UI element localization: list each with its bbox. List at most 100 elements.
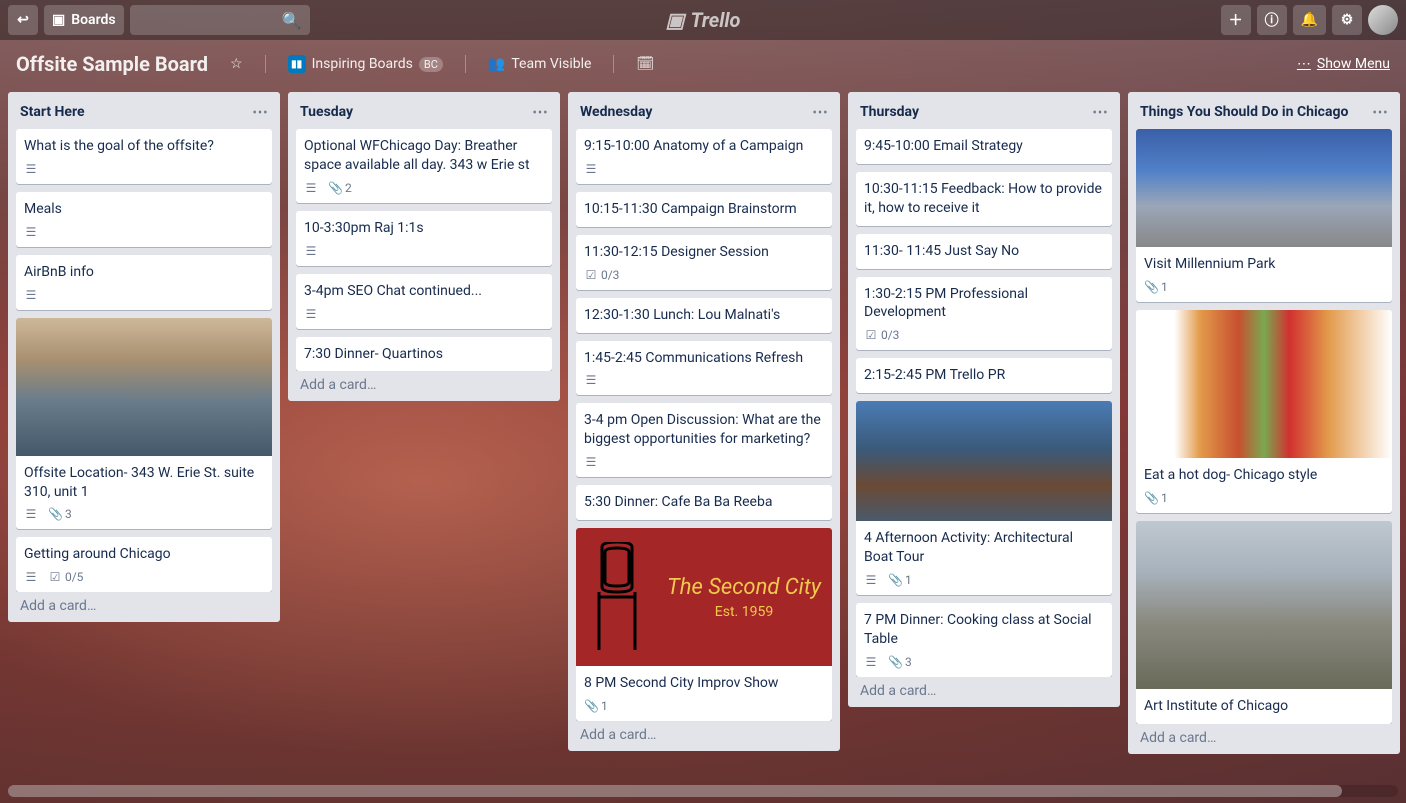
card[interactable]: The Second CityEst. 1959 8 PM Second City… — [576, 528, 832, 721]
people-icon: 👥 — [488, 56, 505, 72]
card-title: 8 PM Second City Improv Show — [584, 674, 824, 693]
avatar[interactable] — [1368, 5, 1398, 35]
card-title: 2:15-2:45 PM Trello PR — [864, 366, 1104, 385]
board-canvas[interactable]: Start Here ⋯ What is the goal of the offsi… — [0, 88, 1406, 803]
card-cover — [1136, 521, 1392, 689]
card[interactable]: Meals☰ — [16, 192, 272, 247]
list-name[interactable]: Thursday — [860, 104, 919, 120]
attachment-icon: 📎 — [888, 573, 902, 587]
card-badges: ☰ — [24, 288, 264, 302]
add-card-button[interactable]: Add a card… — [1136, 724, 1392, 746]
list-name[interactable]: Start Here — [20, 104, 85, 120]
search-input[interactable]: 🔍 — [130, 5, 310, 35]
info-icon: ⓘ — [1265, 10, 1279, 30]
card[interactable]: 9:45-10:00 Email Strategy — [856, 129, 1112, 164]
card[interactable]: Offsite Location- 343 W. Erie St. suite … — [16, 318, 272, 530]
card[interactable]: 3-4pm SEO Chat continued...☰ — [296, 274, 552, 329]
card-badges: 📎 1 — [584, 699, 824, 713]
card[interactable]: 1:30-2:15 PM Professional Development☑ 0… — [856, 277, 1112, 351]
notifications-button[interactable]: 🔔 — [1293, 5, 1326, 35]
card[interactable]: 4 Afternoon Activity: Architectural Boat… — [856, 401, 1112, 595]
add-card-button[interactable]: Add a card… — [856, 677, 1112, 699]
attachment-icon: 📎 — [1144, 280, 1158, 294]
show-menu-button[interactable]: ⋯Show Menu — [1297, 56, 1390, 72]
list-name[interactable]: Wednesday — [580, 104, 652, 120]
card-title: 7:30 Dinner- Quartinos — [304, 345, 544, 364]
card[interactable]: 7:30 Dinner- Quartinos — [296, 337, 552, 372]
back-icon: ↩ — [17, 12, 29, 28]
checklist-icon: ☑ — [48, 570, 62, 584]
attachment-icon: 📎 — [48, 507, 62, 521]
card-list: What is the goal of the offsite?☰Meals☰A… — [16, 129, 272, 592]
card-title: What is the goal of the offsite? — [24, 137, 264, 156]
card[interactable]: 5:30 Dinner: Cafe Ba Ba Reeba — [576, 485, 832, 520]
team-link[interactable]: ▮▮ Inspiring Boards BC — [280, 51, 451, 77]
description-icon: ☰ — [864, 573, 878, 587]
card[interactable]: Eat a hot dog- Chicago style📎 1 — [1136, 310, 1392, 513]
attachment-badge: 📎 3 — [888, 655, 912, 669]
back-button[interactable]: ↩ — [8, 5, 38, 35]
list-menu-button[interactable]: ⋯ — [812, 102, 828, 121]
card[interactable]: Getting around Chicago☰☑ 0/5 — [16, 537, 272, 592]
attachment-badge: 📎 1 — [584, 699, 608, 713]
checklist-badge: ☑ 0/3 — [584, 268, 619, 282]
add-card-button[interactable]: Add a card… — [296, 371, 552, 393]
trello-icon: ▣ — [666, 8, 685, 32]
list-menu-button[interactable]: ⋯ — [252, 102, 268, 121]
card[interactable]: Art Institute of Chicago — [1136, 521, 1392, 724]
card[interactable]: Optional WFChicago Day: Breather space a… — [296, 129, 552, 203]
card[interactable]: 10:15-11:30 Campaign Brainstorm — [576, 192, 832, 227]
boards-button[interactable]: ▣ Boards — [44, 5, 124, 35]
chair-icon — [587, 542, 647, 652]
card-title: Getting around Chicago — [24, 545, 264, 564]
list-menu-button[interactable]: ⋯ — [1092, 102, 1108, 121]
list: Thursday ⋯ 9:45-10:00 Email Strategy 10:30-… — [848, 92, 1120, 707]
card[interactable]: 10:30-11:15 Feedback: How to provide it,… — [856, 172, 1112, 226]
list-menu-button[interactable]: ⋯ — [1372, 102, 1388, 121]
card-title: 12:30-1:30 Lunch: Lou Malnati's — [584, 306, 824, 325]
settings-button[interactable]: ⚙ — [1332, 5, 1362, 35]
info-button[interactable]: ⓘ — [1257, 5, 1287, 35]
card[interactable]: 2:15-2:45 PM Trello PR — [856, 358, 1112, 393]
card-badges: ☰📎 3 — [24, 507, 264, 521]
card[interactable]: 3-4 pm Open Discussion: What are the big… — [576, 403, 832, 477]
star-button[interactable]: ☆ — [222, 52, 251, 76]
app-header: ↩ ▣ Boards 🔍 ▣ Trello ＋ ⓘ 🔔 ⚙ — [0, 0, 1406, 40]
card[interactable]: 11:30-12:15 Designer Session☑ 0/3 — [576, 235, 832, 290]
list-menu-button[interactable]: ⋯ — [532, 102, 548, 121]
create-button[interactable]: ＋ — [1221, 5, 1251, 35]
card-list: Visit Millennium Park📎 1Eat a hot dog- C… — [1136, 129, 1392, 724]
description-icon: ☰ — [304, 307, 318, 321]
board-title[interactable]: Offsite Sample Board — [16, 52, 208, 76]
visibility-button[interactable]: 👥 Team Visible — [480, 52, 600, 76]
checklist-icon: ☑ — [864, 328, 878, 342]
card-list: 9:45-10:00 Email Strategy 10:30-11:15 Fee… — [856, 129, 1112, 677]
card-cover: The Second CityEst. 1959 — [576, 528, 832, 666]
add-card-button[interactable]: Add a card… — [576, 721, 832, 743]
app-logo[interactable]: ▣ Trello — [666, 8, 741, 32]
card-badges: ☰📎 1 — [864, 573, 1104, 587]
card[interactable]: Visit Millennium Park📎 1 — [1136, 129, 1392, 302]
card-list: Optional WFChicago Day: Breather space a… — [296, 129, 552, 371]
card-title: Optional WFChicago Day: Breather space a… — [304, 137, 544, 175]
card[interactable]: 12:30-1:30 Lunch: Lou Malnati's — [576, 298, 832, 333]
card[interactable]: 1:45-2:45 Communications Refresh☰ — [576, 341, 832, 396]
card-badges: ☑ 0/3 — [864, 328, 1104, 342]
calendar-button[interactable]: 🗓 — [628, 52, 662, 76]
list-name[interactable]: Tuesday — [300, 104, 353, 120]
add-card-button[interactable]: Add a card… — [16, 592, 272, 614]
description-icon: ☰ — [584, 455, 598, 469]
horizontal-scrollbar[interactable] — [8, 785, 1398, 797]
card[interactable]: 7 PM Dinner: Cooking class at Social Tab… — [856, 603, 1112, 677]
attachment-badge: 📎 3 — [48, 507, 72, 521]
card[interactable]: 10-3:30pm Raj 1:1s☰ — [296, 211, 552, 266]
card[interactable]: 11:30- 11:45 Just Say No — [856, 234, 1112, 269]
list-name[interactable]: Things You Should Do in Chicago — [1140, 104, 1348, 120]
card[interactable]: What is the goal of the offsite?☰ — [16, 129, 272, 184]
checklist-icon: ☑ — [584, 268, 598, 282]
description-icon: ☰ — [24, 288, 38, 302]
card-badges: ☰ — [24, 225, 264, 239]
card[interactable]: 9:15-10:00 Anatomy of a Campaign☰ — [576, 129, 832, 184]
card[interactable]: AirBnB info☰ — [16, 255, 272, 310]
logo-text: Trello — [690, 8, 740, 32]
